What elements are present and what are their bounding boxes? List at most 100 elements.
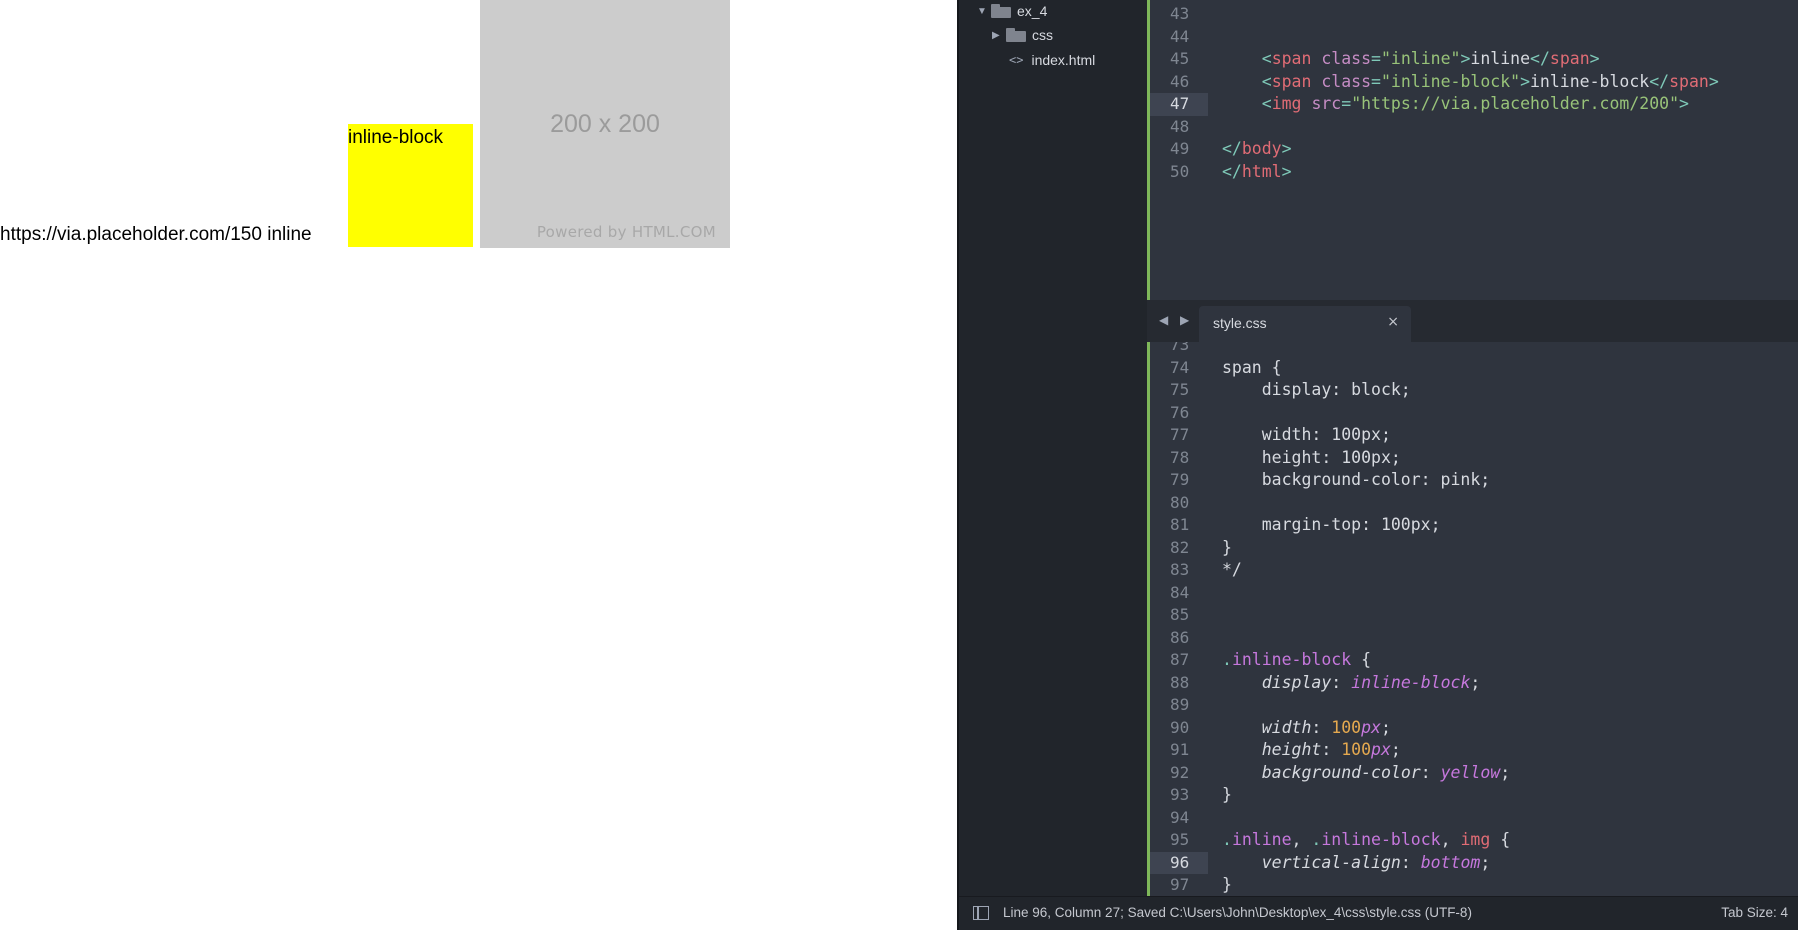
file-tree-sidebar: ▼ ex_4 ▶ css <> index.html [959,0,1147,896]
code-line-78[interactable]: 78 height: 100px; [1147,447,1798,470]
code-line-80[interactable]: 80 [1147,492,1798,515]
code-text[interactable]: } [1222,784,1232,807]
code-token: </ [1530,49,1550,68]
code-line-44[interactable]: 44 [1147,26,1798,49]
inline-span: inline [267,224,312,245]
code-text[interactable]: width: 100px; [1222,424,1391,447]
code-line-97[interactable]: 97} [1147,874,1798,896]
code-text[interactable]: background-color: pink; [1222,469,1490,492]
code-line-89[interactable]: 89 [1147,694,1798,717]
code-line-79[interactable]: 79 background-color: pink; [1147,469,1798,492]
code-text[interactable]: } [1222,874,1232,896]
code-line-73[interactable]: 73 [1147,342,1798,357]
code-token: inline [1231,830,1292,849]
chevron-right-icon[interactable]: ▶ [992,30,1006,41]
code-text[interactable]: vertical-align: bottom; [1222,852,1491,875]
line-number: 96 [1150,851,1208,874]
line-number: 87 [1170,650,1190,669]
line-number: 91 [1170,740,1190,759]
code-token: span [1271,71,1312,91]
code-line-76[interactable]: 76 [1147,402,1798,425]
code-token: = [1371,49,1381,68]
code-text[interactable]: .inline, .inline-block, img { [1222,829,1510,852]
code-line-81[interactable]: 81 margin-top: 100px; [1147,514,1798,537]
code-token: px [1371,740,1391,759]
code-line-90[interactable]: 90 width: 100px; [1147,717,1798,740]
code-token: ; [1390,740,1401,759]
code-line-75[interactable]: 75 display: block; [1147,379,1798,402]
tab-style-css[interactable]: style.css × [1199,306,1411,342]
code-text[interactable]: margin-top: 100px; [1222,514,1441,537]
code-line-86[interactable]: 86 [1147,627,1798,650]
code-line-47[interactable]: 47 <img src="https://via.placeholder.com… [1147,93,1798,116]
tree-folder-css[interactable]: ▶ css [992,24,1053,46]
code-token: src [1311,94,1342,113]
code-line-45[interactable]: 45 <span class="inline">inline</span> [1147,48,1798,71]
tab-size-indicator[interactable]: Tab Size: 4 [1721,905,1788,920]
code-line-74[interactable]: 74 span { [1147,357,1798,380]
code-line-84[interactable]: 84 [1147,582,1798,605]
code-line-83[interactable]: 83 */ [1147,559,1798,582]
editor-style-css[interactable]: 73 74 span {75 display: block; 76 77 width: … [1147,342,1798,896]
line-number: 50 [1170,161,1190,181]
tab-bar: ◀ ▶ style.css × [1147,300,1798,342]
toggle-panel-icon[interactable] [973,906,989,920]
code-text[interactable]: background-color: yellow; [1222,762,1510,785]
code-text[interactable]: display: inline-block; [1222,672,1481,695]
code-token: class [1321,71,1372,91]
code-line-43[interactable]: 43 [1147,3,1798,26]
code-line-50[interactable]: 50 </html> [1147,161,1798,184]
code-text[interactable]: span { [1222,357,1282,380]
code-text[interactable]: </html> [1222,161,1292,184]
line-number: 86 [1170,627,1190,647]
code-token: ; [1380,717,1391,737]
code-text[interactable]: width: 100px; [1222,717,1391,740]
code-text[interactable]: } [1222,537,1232,560]
code-line-49[interactable]: 49 </body> [1147,138,1798,161]
code-line-93[interactable]: 93} [1147,784,1798,807]
code-line-94[interactable]: 94 [1147,807,1798,830]
folder-open-icon [991,4,1011,18]
editor-index-html[interactable]: 43 44 45 <span class="inline">inline</span… [1147,0,1798,300]
browser-preview: https://via.placeholder.com/150 inline i… [0,0,958,930]
code-line-88[interactable]: 88 display: inline-block; [1147,672,1798,695]
code-token: ; [1500,762,1511,782]
code-text[interactable]: </body> [1222,138,1292,161]
code-token: , [1291,830,1312,849]
code-text[interactable]: <span class="inline">inline</span> [1222,48,1600,71]
code-line-46[interactable]: 46 <span class="inline-block">inline-blo… [1147,71,1798,94]
code-token: width [1261,717,1312,737]
code-text[interactable]: */ [1222,559,1242,582]
code-text[interactable]: .inline-block { [1222,649,1371,672]
code-token: </ [1222,161,1242,181]
code-token: } [1222,785,1232,804]
code-line-95[interactable]: 95 .inline, .inline-block, img { [1147,829,1798,852]
code-line-85[interactable]: 85 [1147,604,1798,627]
code-line-87[interactable]: 87 .inline-block { [1147,649,1798,672]
line-number: 83 [1170,560,1190,579]
code-line-48[interactable]: 48 [1147,116,1798,139]
code-text[interactable]: height: 100px; [1222,447,1401,470]
tree-folder-ex4[interactable]: ▼ ex_4 [977,0,1047,22]
tab-nav-arrows-icon[interactable]: ◀ ▶ [1159,313,1193,327]
close-icon[interactable]: × [1387,314,1399,330]
code-line-82[interactable]: 82} [1147,537,1798,560]
code-line-92[interactable]: 92 background-color: yellow; [1147,762,1798,785]
code-text[interactable]: height: 100px; [1222,739,1401,762]
code-line-77[interactable]: 77 width: 100px; [1147,424,1798,447]
code-text[interactable]: <img src="https://via.placeholder.com/20… [1222,93,1689,116]
code-line-96[interactable]: 96 vertical-align: bottom; [1147,851,1798,875]
code-text[interactable]: display: block; [1222,379,1411,402]
code-token: < [1261,49,1272,68]
code-text[interactable]: <span class="inline-block">inline-block<… [1222,71,1719,94]
line-number: 85 [1170,605,1190,624]
code-token: } [1222,537,1232,557]
code-token: </ [1222,139,1242,158]
chevron-down-icon[interactable]: ▼ [977,6,991,17]
code-token: "inline" [1380,49,1461,68]
tree-file-index-html[interactable]: <> index.html [1009,49,1095,71]
code-line-91[interactable]: 91 height: 100px; [1147,739,1798,762]
